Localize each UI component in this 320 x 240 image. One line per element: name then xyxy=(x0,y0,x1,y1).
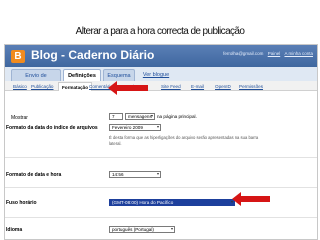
page-headline: Alterar a para a hora correcta de public… xyxy=(75,26,245,37)
subtab-formatting[interactable]: Formatação xyxy=(58,82,93,91)
archive-date-format-select[interactable]: Fevereiro 2009 xyxy=(109,124,161,131)
language-label: Idioma xyxy=(6,227,23,233)
account-link[interactable]: A minha conta xyxy=(284,51,313,56)
panel-link[interactable]: Painel xyxy=(268,51,281,56)
divider xyxy=(5,187,317,188)
timestamp-format-label: Formato de data e hora xyxy=(6,172,62,178)
subtab-basic[interactable]: Básico xyxy=(13,82,27,91)
subtab-publishing[interactable]: Publicação xyxy=(31,82,53,91)
show-suffix: na página principal. xyxy=(157,114,197,119)
show-count-input[interactable]: 7 xyxy=(109,113,123,120)
user-email: ferrolha@gmail.com xyxy=(223,51,264,56)
blog-title[interactable]: Blog - Caderno Diário xyxy=(31,48,154,62)
archive-date-format-help: É desta forma que as hiperligações do ar… xyxy=(109,135,259,146)
language-select[interactable]: português (Portugal) xyxy=(109,226,175,233)
divider xyxy=(5,217,317,218)
show-unit-select[interactable]: mensagens xyxy=(125,113,155,120)
arrow-pointer-icon xyxy=(108,81,148,95)
timezone-select[interactable]: (GMT-08:00) Hora do Pacífico xyxy=(109,199,235,206)
settings-subtabs: Básico Publicação Formatação Comentários… xyxy=(5,81,317,91)
tab-layout[interactable]: Esquema xyxy=(103,69,135,81)
divider xyxy=(5,157,317,158)
show-label: Mostrar xyxy=(11,115,28,121)
tab-posting[interactable]: Envio de mensagens xyxy=(11,69,61,91)
arrow-pointer-icon xyxy=(232,192,270,206)
blogger-logo-icon: B xyxy=(11,50,25,63)
archive-date-format-label: Formato da data do índice de arquivos xyxy=(6,125,98,131)
main-tabs: Envio de mensagens Definições Esquema Ve… xyxy=(5,67,317,91)
timezone-label: Fuso horário xyxy=(6,200,37,206)
subtab-site-feed[interactable]: Site Feed xyxy=(161,82,181,91)
tab-settings[interactable]: Definições xyxy=(63,69,101,81)
subtab-email[interactable]: E-mail xyxy=(191,82,204,91)
browser-frame: B Blog - Caderno Diário ferrolha@gmail.c… xyxy=(4,44,318,240)
blogger-header: B Blog - Caderno Diário ferrolha@gmail.c… xyxy=(5,45,317,67)
view-blog-link[interactable]: Ver blogue xyxy=(139,69,173,81)
timestamp-format-select[interactable]: 14:56 xyxy=(109,171,161,178)
subtab-openid[interactable]: OpenID xyxy=(215,82,231,91)
user-links: ferrolha@gmail.com Painel A minha conta xyxy=(220,51,313,56)
subtab-permissions[interactable]: Permissões xyxy=(239,82,263,91)
